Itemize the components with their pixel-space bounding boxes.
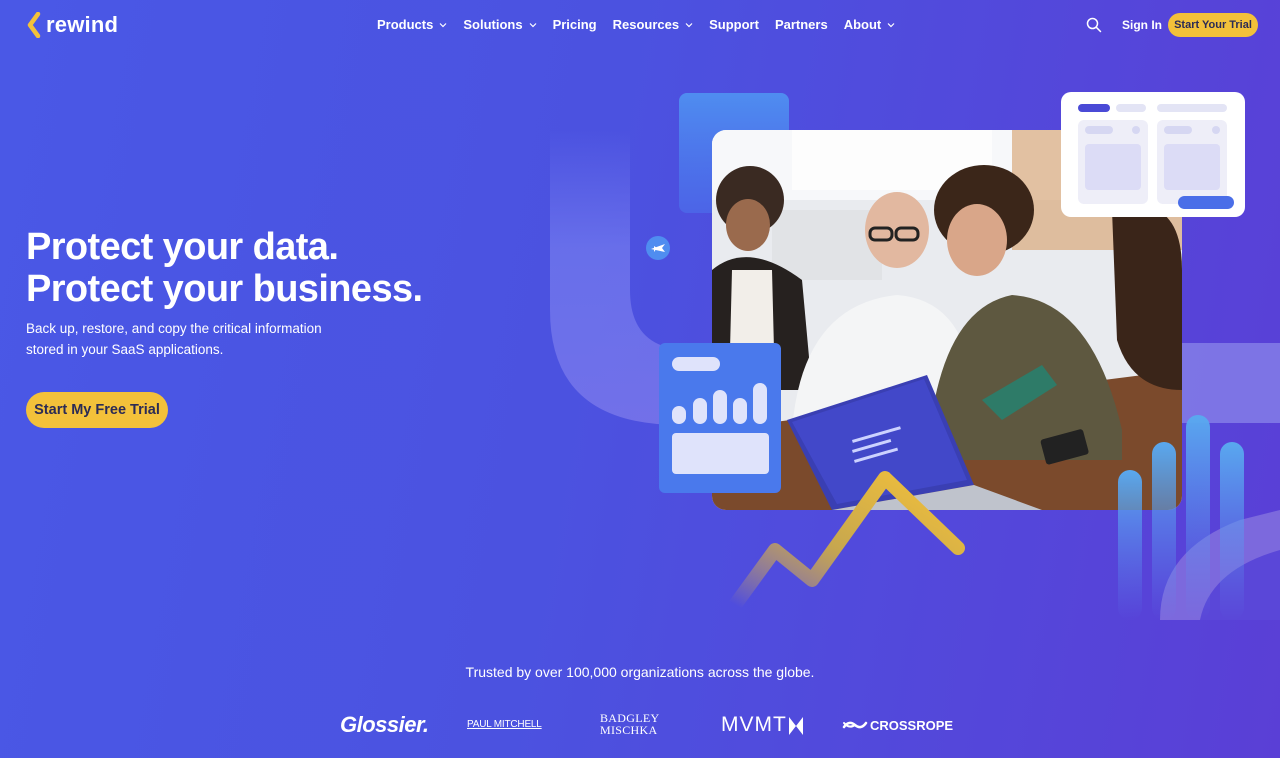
nav-about-label: About xyxy=(843,17,882,32)
mvmt-mark-icon xyxy=(789,717,803,735)
nav-partners-label: Partners xyxy=(774,17,828,32)
start-free-trial-button[interactable]: Start My Free Trial xyxy=(26,392,168,428)
search-icon[interactable] xyxy=(1086,17,1102,33)
hero-title-line2: Protect your business. xyxy=(26,268,423,310)
hero-title: Protect your data. Protect your business… xyxy=(26,226,423,310)
rewind-mark-icon xyxy=(27,12,41,38)
main-menu: Products Solutions Pricing Resources Sup… xyxy=(377,17,895,32)
logo-badgley-mischka: BADGLEY MISCHKA xyxy=(600,711,659,737)
sign-in-link[interactable]: Sign In xyxy=(1122,18,1162,32)
hero-illustration xyxy=(540,80,1280,620)
dashboard-card xyxy=(1061,92,1245,217)
nav-pricing-label: Pricing xyxy=(552,17,597,32)
chevron-down-icon xyxy=(685,22,693,27)
nav-solutions[interactable]: Solutions xyxy=(463,17,536,32)
start-trial-button[interactable]: Start Your Trial xyxy=(1168,13,1258,37)
logo-crossrope: CROSSROPE xyxy=(870,718,954,733)
trend-line-decoration xyxy=(728,471,965,612)
customer-logos: Glossier. PAUL MITCHELL BADGLEY MISCHKA … xyxy=(0,708,1280,748)
bar-decoration xyxy=(1220,442,1244,620)
hero-title-line1: Protect your data. xyxy=(26,226,339,268)
logo-paul-mitchell: PAUL MITCHELL xyxy=(467,719,542,730)
logo-text: rewind xyxy=(46,12,119,37)
logo-glossier: Glossier. xyxy=(340,712,429,737)
nav-support-label: Support xyxy=(709,17,759,32)
nav-partners[interactable]: Partners xyxy=(775,17,828,32)
nav-products[interactable]: Products xyxy=(377,17,447,32)
chevron-down-icon xyxy=(529,22,536,27)
chart-card xyxy=(659,343,781,493)
hero-overlay-graphics xyxy=(646,92,1245,620)
airplane-icon xyxy=(646,236,670,260)
bar-decoration xyxy=(1186,415,1210,620)
rewind-logo[interactable]: rewind xyxy=(26,12,118,38)
nav-pricing[interactable]: Pricing xyxy=(553,17,597,32)
bar-decoration xyxy=(1118,470,1142,620)
hero-subtitle: Back up, restore, and copy the critical … xyxy=(26,321,322,357)
nav-resources[interactable]: Resources xyxy=(613,17,693,32)
nav-resources-label: Resources xyxy=(612,17,680,32)
bar-decoration xyxy=(1152,442,1176,620)
logo-mvmt: MVMT xyxy=(721,713,787,736)
nav-solutions-label: Solutions xyxy=(463,17,523,32)
crossrope-icon xyxy=(842,721,868,729)
chevron-down-icon xyxy=(439,22,447,27)
chevron-down-icon xyxy=(887,22,895,27)
top-navigation: rewind Products Solutions Pricing Resour… xyxy=(0,0,1280,50)
trusted-text: Trusted by over 100,000 organizations ac… xyxy=(465,664,815,680)
nav-products-label: Products xyxy=(377,17,434,32)
nav-about[interactable]: About xyxy=(844,17,896,32)
nav-support[interactable]: Support xyxy=(709,17,759,32)
